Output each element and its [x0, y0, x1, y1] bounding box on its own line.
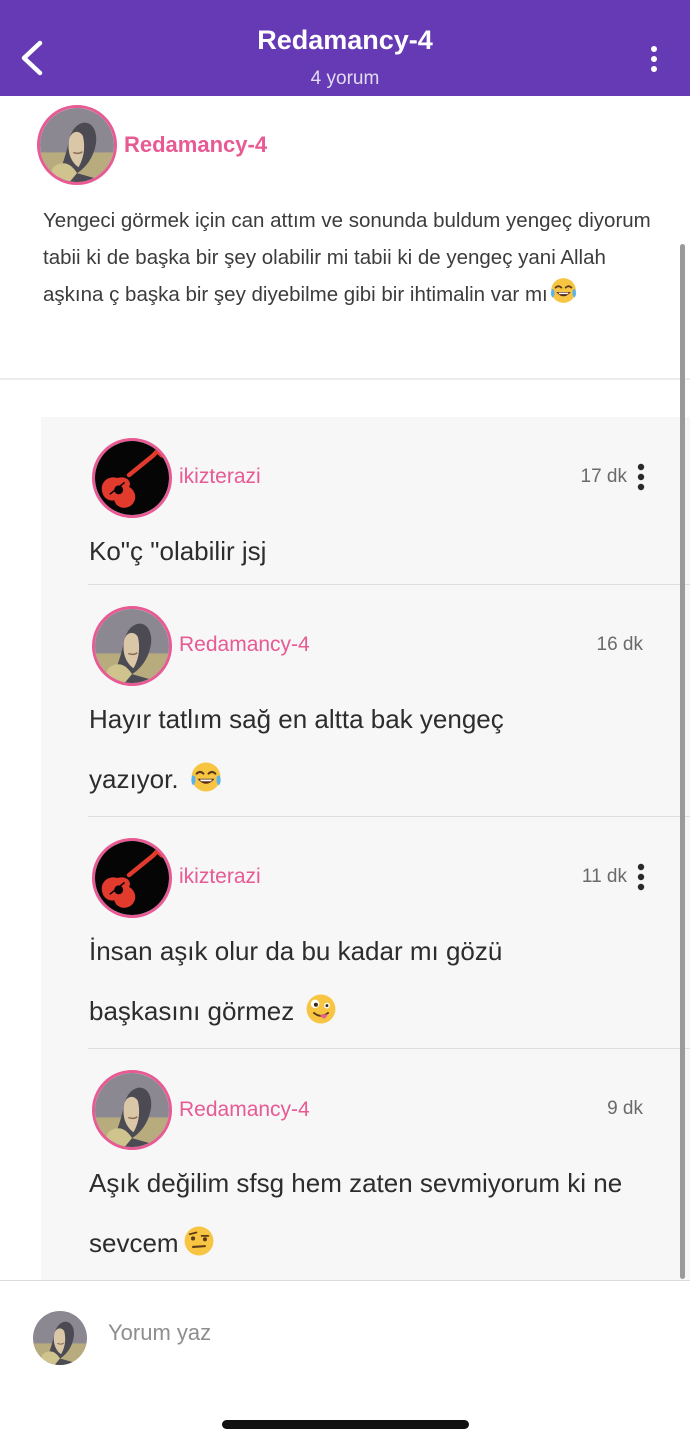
comment-author[interactable]: Redamancy-4 — [179, 1098, 310, 1122]
avatar[interactable] — [37, 105, 117, 185]
avatar[interactable] — [92, 1070, 172, 1150]
comment-text-body: Hayır tatlım sağ en altta bak yengeç yaz… — [89, 704, 504, 794]
tears-of-joy-emoji — [189, 760, 223, 794]
comment-time: 16 dk — [596, 634, 643, 655]
page-title: Redamancy-4 — [257, 25, 433, 55]
avatar — [33, 1311, 87, 1365]
comment-item: ikizterazi 11 dk İnsan aşık olur da bu k… — [41, 817, 690, 1049]
comment-input[interactable] — [108, 1315, 668, 1351]
comment-item: Redamancy-4 9 dk Aşık değilim sfsg hem z… — [41, 1049, 690, 1281]
avatar[interactable] — [92, 438, 172, 518]
comment-text: Ko"ç "olabilir jsj — [89, 536, 267, 566]
guitar-avatar — [95, 441, 169, 515]
comment-time: 11 dk — [581, 866, 627, 887]
user-photo-avatar — [40, 108, 114, 182]
scrollbar[interactable] — [680, 244, 685, 1279]
comment-author[interactable]: Redamancy-4 — [179, 633, 310, 657]
comment-menu-button[interactable] — [633, 862, 649, 892]
original-post: Redamancy-4 Yengeci görmek için can attı… — [0, 96, 690, 380]
post-text: Yengeci görmek için can attım ve sonunda… — [43, 202, 668, 313]
guitar-avatar — [95, 841, 169, 915]
home-indicator[interactable] — [222, 1420, 469, 1429]
comment-composer — [0, 1280, 690, 1380]
comment-text-body: İnsan aşık olur da bu kadar mı gözü başk… — [89, 936, 503, 1026]
raised-eyebrow-emoji — [182, 1224, 216, 1258]
tears-of-joy-emoji — [549, 276, 578, 305]
comment-text-body: Aşık değilim sfsg hem zaten sevmiyorum k… — [89, 1168, 623, 1258]
comment-menu-button[interactable] — [633, 462, 649, 492]
more-vertical-icon — [651, 46, 657, 72]
user-photo-avatar — [33, 1311, 87, 1365]
comment-time: 17 dk — [580, 466, 627, 487]
user-photo-avatar — [95, 609, 169, 683]
app-header: Redamancy-4 4 yorum — [0, 0, 690, 96]
comment-text: Hayır tatlım sağ en altta bak yengeç yaz… — [89, 689, 589, 809]
zany-face-emoji — [304, 992, 338, 1026]
comment-item: ikizterazi 17 dk Ko"ç "olabilir jsj — [41, 417, 690, 585]
comment-text: İnsan aşık olur da bu kadar mı gözü başk… — [89, 921, 589, 1041]
comment-author[interactable]: ikizterazi — [179, 865, 261, 889]
comment-item: Redamancy-4 16 dk Hayır tatlım sağ en al… — [41, 585, 690, 817]
comment-text: Aşık değilim sfsg hem zaten sevmiyorum k… — [89, 1153, 649, 1273]
comment-thread: ikizterazi 17 dk Ko"ç "olabilir jsj Reda… — [41, 417, 690, 1281]
avatar[interactable] — [92, 606, 172, 686]
more-options-button[interactable] — [640, 44, 668, 74]
comment-author[interactable]: ikizterazi — [179, 465, 261, 489]
comment-count: 4 yorum — [310, 68, 380, 89]
post-author[interactable]: Redamancy-4 — [124, 132, 267, 158]
more-vertical-icon — [637, 863, 645, 891]
avatar[interactable] — [92, 838, 172, 918]
user-photo-avatar — [95, 1073, 169, 1147]
comment-time: 9 dk — [607, 1098, 643, 1119]
more-vertical-icon — [637, 463, 645, 491]
